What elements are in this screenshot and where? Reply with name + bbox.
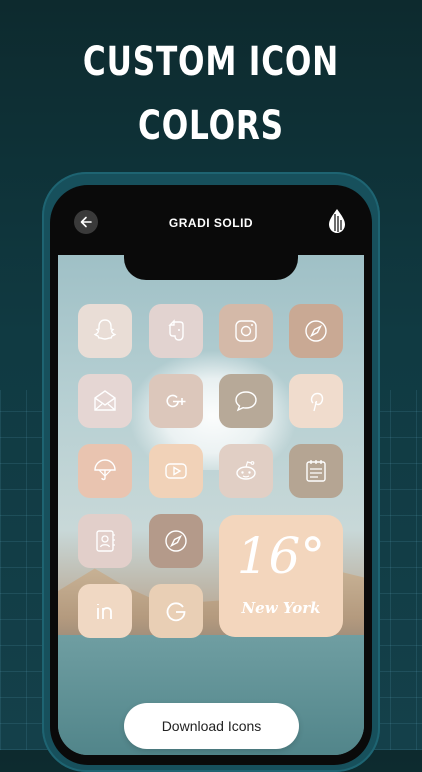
snapchat-icon xyxy=(93,319,117,340)
app-mail[interactable] xyxy=(78,374,132,428)
instagram-icon xyxy=(235,320,257,342)
google-plus-icon xyxy=(166,394,186,408)
pinterest-icon xyxy=(310,392,324,412)
compass-icon xyxy=(165,530,187,552)
app-instagram[interactable] xyxy=(219,304,273,358)
app-weather[interactable] xyxy=(78,444,132,498)
google-icon xyxy=(166,602,186,622)
linkedin-icon xyxy=(97,604,112,619)
chat-icon xyxy=(235,391,257,412)
app-linkedin[interactable] xyxy=(78,584,132,638)
app-google[interactable] xyxy=(149,584,203,638)
app-safari[interactable] xyxy=(289,304,343,358)
contacts-icon xyxy=(96,530,115,552)
app-notes[interactable] xyxy=(289,444,343,498)
app-pinterest[interactable] xyxy=(289,374,343,428)
drop-icon[interactable] xyxy=(326,208,348,234)
app-reddit[interactable] xyxy=(219,444,273,498)
umbrella-icon xyxy=(94,459,116,481)
app-youtube[interactable] xyxy=(149,444,203,498)
phone-notch xyxy=(124,240,298,280)
widget-city: New York xyxy=(241,599,321,617)
app-messages[interactable] xyxy=(219,374,273,428)
notepad-icon xyxy=(306,460,326,482)
theme-title: GRADI SOLID xyxy=(168,216,254,230)
headline: CUSTOM ICON COLORS xyxy=(46,30,375,158)
headline-line-1: CUSTOM ICON xyxy=(82,39,340,85)
headline-line-2: COLORS xyxy=(138,103,284,149)
compass-icon xyxy=(305,320,327,342)
app-google-plus[interactable] xyxy=(149,374,203,428)
app-evernote[interactable] xyxy=(149,304,203,358)
widget-temperature: 16° xyxy=(236,527,326,585)
download-icons-button[interactable]: Download Icons xyxy=(124,703,299,749)
app-contacts[interactable] xyxy=(78,514,132,568)
weather-widget[interactable]: 16° New York xyxy=(219,515,343,637)
evernote-icon xyxy=(168,319,184,341)
play-icon xyxy=(165,463,187,479)
app-snapchat[interactable] xyxy=(78,304,132,358)
app-compass[interactable] xyxy=(149,514,203,568)
mail-icon xyxy=(94,390,116,411)
reddit-icon xyxy=(236,461,256,480)
